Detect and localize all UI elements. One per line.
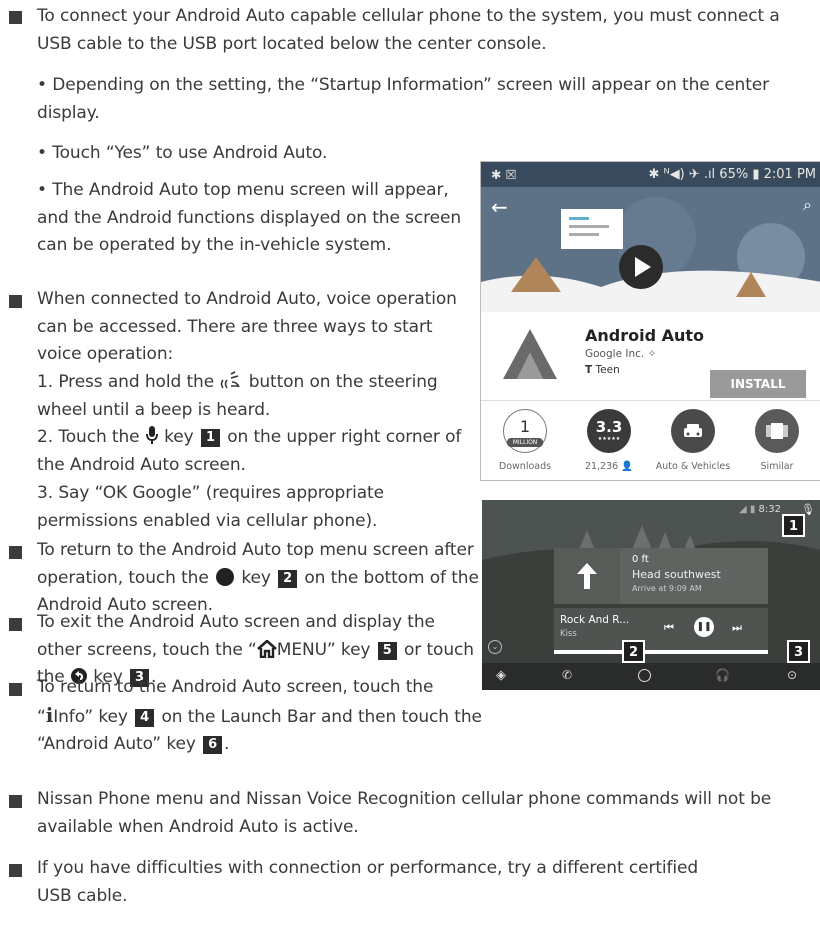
media-card[interactable]: Rock And R... Kiss ⏮ ❚❚ ⏭ [554,608,768,654]
callout-badge-3: 3 [787,640,810,663]
previous-track-icon[interactable]: ⏮ [664,621,674,635]
install-button[interactable]: INSTALL [710,370,806,398]
paragraph-return-top-menu: To return to the Android Auto top menu s… [37,540,479,615]
home-button-icon[interactable] [638,669,651,682]
nav-card[interactable]: 0 ft Head southwest Arrive at 9:09 AM [554,548,768,604]
stat-downloads: 1 MILLION Downloads [485,409,565,472]
key-badge-5: 5 [377,641,397,660]
exit-icon[interactable]: ⊙ [787,668,797,682]
bullet-square [9,546,22,559]
sub-item-touch-yes: • Touch “Yes” to use Android Auto. [37,143,328,163]
android-auto-screen: ◢ ▮ 8:32 🎙 0 ft Head southwest Arrive at… [482,500,820,690]
downloads-unit: MILLION [507,438,543,447]
key-badge-4: 4 [135,708,155,727]
bullet-square [9,864,22,877]
paragraph-voice: When connected to Android Auto, voice op… [37,289,457,364]
bullet-square [9,683,22,696]
downloads-value: 1 [519,417,531,436]
song-artist: Kiss [560,629,577,639]
rating-stars: ★★★★★ [597,436,621,442]
stat-category[interactable]: Auto & Vehicles [653,409,733,472]
app-name: Android Auto [585,326,705,345]
nav-distance: 0 ft [632,554,649,565]
car-icon [684,424,702,437]
sub-item-top-menu: • The Android Auto top menu screen will … [37,180,462,255]
car-launch-bar: ◈ ✆ 🎧 ⊙ [482,665,820,690]
nav-arrive: Arrive at 9:09 AM [632,584,702,593]
android-auto-logo [503,329,557,379]
banner-illustration [481,187,820,312]
app-stats-row: 1 MILLION Downloads 3.3 ★★★★★ 21,236 👤 A… [481,400,820,480]
app-banner: ← ⌕ [481,187,820,312]
menu-home-icon [256,639,277,658]
paragraph-return-android-auto: To return to the Android Auto screen, to… [37,677,482,754]
paragraph-nissan-phone: Nissan Phone menu and Nissan Voice Recog… [37,789,772,837]
play-store-screenshot: ✱ ☒ ✱ ᴺ◀) ✈ .ıl 65% ▮ 2:01 PM ← ⌕ Androi… [480,161,820,481]
voice-button-icon [221,371,241,389]
bullet-square [9,11,22,24]
key-badge-1: 1 [200,429,220,447]
callout-badge-1: 1 [782,514,805,537]
microphone-icon [145,426,158,444]
nav-direction: Head southwest [632,568,721,581]
pause-button-icon[interactable]: ❚❚ [694,617,714,637]
song-title: Rock And R... [560,614,630,626]
sub-item-startup: • Depending on the setting, the “Startup… [37,75,770,123]
voice-step-3: 3. Say “OK Google” (requires appropriate… [37,483,384,531]
stat-similar[interactable]: Similar [737,409,817,472]
car-status-time: ◢ ▮ 8:32 [738,504,781,515]
callout-badge-2: 2 [622,640,645,663]
rating-value: 3.3 [595,418,623,436]
key-badge-6: 6 [203,736,223,754]
app-info-card: Android Auto Google Inc. ✧ T Teen INSTAL… [481,312,820,400]
straight-arrow-icon [577,563,597,589]
similar-cards-icon [766,423,788,439]
bullet-square [9,618,22,631]
paragraph-connect: To connect your Android Auto capable cel… [37,6,780,54]
next-track-icon[interactable]: ⏭ [732,621,742,635]
stat-rating: 3.3 ★★★★★ 21,236 👤 [569,409,649,472]
downloads-label: Downloads [498,461,552,472]
paragraph-usb-cable: If you have difficulties with connection… [37,858,699,906]
app-developer: Google Inc. ✧ [585,348,657,360]
reviews-label: 21,236 👤 [584,461,634,472]
phone-icon[interactable]: ✆ [562,668,572,682]
bullet-square [9,295,22,308]
key-badge-2: 2 [278,569,298,588]
navigation-icon[interactable]: ◈ [496,668,506,683]
category-label: Auto & Vehicles [655,461,731,472]
similar-label: Similar [760,461,794,472]
bullet-square [9,795,22,808]
phone-status-bar: ✱ ☒ ✱ ᴺ◀) ✈ .ıl 65% ▮ 2:01 PM [481,162,820,187]
status-left-icons: ✱ ☒ [491,167,517,182]
content-rating: T Teen [585,364,620,376]
media-progress-bar [554,650,768,654]
audio-headphones-icon[interactable]: 🎧 [715,668,730,682]
back-arrow-icon[interactable]: ← [491,195,508,219]
status-right-info: ✱ ᴺ◀) ✈ .ıl 65% ▮ 2:01 PM [648,167,816,182]
voice-step-2: 2. Touch the key 1 on the upper right co… [37,426,462,475]
voice-step-1: 1. Press and hold the button on the stee… [37,371,438,420]
home-circle-icon [216,567,235,586]
search-icon[interactable]: ⌕ [803,195,812,215]
expand-icon[interactable]: ⌄ [488,640,502,654]
